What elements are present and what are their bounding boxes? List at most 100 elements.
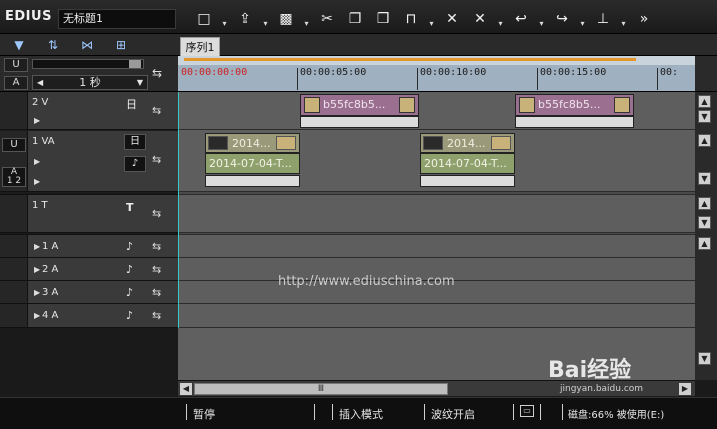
sync-icon[interactable]: ⇆ [152, 286, 161, 299]
track-1a[interactable] [178, 235, 695, 258]
sync-icon[interactable]: ⇆ [152, 240, 161, 253]
video-clip[interactable]: b55fc8b5... [300, 94, 419, 116]
monitor-icon[interactable]: ▭ [520, 405, 534, 417]
title-part-icon[interactable]: T [126, 201, 134, 214]
speaker-icon[interactable]: ♪ [126, 240, 133, 253]
save-icon[interactable]: ▩ [274, 7, 298, 31]
marker-icon[interactable]: ⊥ [591, 7, 615, 31]
redo-dropdown[interactable]: ▾ [578, 7, 587, 31]
track-1va[interactable]: 2014... 2014-07-04-T... 2014... 2014-07-… [178, 131, 695, 192]
track-header-1va[interactable]: U A1 2 1 VA ▶ ▶ 日 ♪ ⇆ [0, 131, 178, 192]
track-link-icon[interactable]: ⇅ [42, 38, 64, 52]
sync-icon[interactable]: ⇆ [152, 309, 161, 322]
cut-icon[interactable]: ✂ [315, 7, 339, 31]
scroll-left-icon[interactable]: ◀ [180, 383, 192, 395]
undo-dropdown[interactable]: ▾ [537, 7, 546, 31]
scroll-right-icon[interactable]: ▶ [679, 383, 691, 395]
speaker-icon[interactable]: ♪ [126, 263, 133, 276]
sync-icon[interactable]: ⇆ [152, 104, 161, 117]
timeline-cursor[interactable] [178, 92, 179, 328]
expand-arrow-icon[interactable]: ▶ [34, 157, 40, 166]
time-scale-select[interactable]: ◀ 1 秒 ▼ [32, 75, 148, 90]
copy-icon[interactable]: ❐ [343, 7, 367, 31]
tab-sequence[interactable]: 序列1 [180, 37, 220, 56]
expand-arrow-icon[interactable]: ▶ [34, 177, 40, 186]
status-ripple[interactable]: 波纹开启 [431, 406, 475, 422]
speaker-icon[interactable]: ♪ [126, 286, 133, 299]
track-select-1a[interactable] [0, 235, 28, 257]
expand-arrow-icon[interactable]: ▶ [34, 288, 40, 297]
track-select-1t[interactable] [0, 195, 28, 232]
scroll-up-icon[interactable]: ▲ [698, 134, 711, 147]
track-4a[interactable] [178, 304, 695, 328]
video-part-icon[interactable]: 日 [126, 96, 137, 112]
va-video-clip[interactable]: 2014... [205, 133, 300, 153]
track-select-2v[interactable] [0, 92, 28, 129]
va-video-clip[interactable]: 2014... [420, 133, 515, 153]
track-header-3a[interactable]: ▶ 3 A ♪ ⇆ [0, 281, 178, 304]
open-dropdown[interactable]: ▾ [261, 7, 270, 31]
status-insert-mode[interactable]: 插入模式 [339, 406, 383, 422]
delete-dropdown[interactable]: ▾ [496, 7, 505, 31]
new-icon[interactable]: □ [192, 7, 216, 31]
track-header-2v[interactable]: 2 V ▶ 日 ⇆ [0, 92, 178, 130]
sync-icon[interactable]: ⇆ [152, 153, 161, 166]
track-lock-a[interactable]: A1 2 [2, 167, 26, 187]
snap-icon[interactable]: ⊞ [110, 38, 132, 52]
delete-icon[interactable]: ✕ [440, 7, 464, 31]
more-icon[interactable]: » [632, 7, 656, 31]
timecode-ruler[interactable]: 00:00:00:00 00:00:05:00 00:00:10:00 00:0… [178, 56, 695, 92]
scroll-up-icon[interactable]: ▲ [698, 197, 711, 210]
clip-bar[interactable] [300, 116, 419, 128]
new-dropdown[interactable]: ▾ [220, 7, 229, 31]
speaker-icon[interactable]: ♪ [126, 309, 133, 322]
replace-dropdown[interactable]: ▾ [427, 7, 436, 31]
project-name-field[interactable]: 无标题1 [58, 9, 176, 29]
track-1t[interactable] [178, 195, 695, 233]
clip-bar[interactable] [205, 175, 300, 187]
paste-icon[interactable]: ❒ [371, 7, 395, 31]
clip-bar[interactable] [515, 116, 634, 128]
track-header-1t[interactable]: 1 T T ⇆ [0, 195, 178, 233]
save-dropdown[interactable]: ▾ [302, 7, 311, 31]
scale-dropdown-icon[interactable]: ▼ [137, 76, 143, 89]
track-2v[interactable]: b55fc8b5... b55fc8b5... [178, 92, 695, 130]
scroll-up-icon[interactable]: ▲ [698, 237, 711, 250]
video-clip[interactable]: b55fc8b5... [515, 94, 634, 116]
scale-lock-v[interactable]: U [4, 58, 28, 72]
track-select-2a[interactable] [0, 258, 28, 280]
replace-icon[interactable]: ⊓ [399, 7, 423, 31]
va-audio-clip[interactable]: 2014-07-04-T... [420, 153, 515, 174]
hscroll-thumb[interactable]: Ⅲ [194, 383, 448, 395]
ripple-delete-icon[interactable]: ✕ [468, 7, 492, 31]
track-header-2a[interactable]: ▶ 2 A ♪ ⇆ [0, 258, 178, 281]
clip-bar[interactable] [420, 175, 515, 187]
redo-icon[interactable]: ↪ [550, 7, 574, 31]
track-header-1a[interactable]: ▶ 1 A ♪ ⇆ [0, 235, 178, 258]
scroll-down-icon[interactable]: ▼ [698, 216, 711, 229]
scroll-down-icon[interactable]: ▼ [698, 110, 711, 123]
sync-icon[interactable]: ⇆ [152, 66, 162, 80]
scale-left-arrow-icon[interactable]: ◀ [37, 76, 43, 89]
expand-arrow-icon[interactable]: ▶ [34, 242, 40, 251]
sync-icon[interactable]: ⇆ [152, 263, 161, 276]
scroll-up-icon[interactable]: ▲ [698, 95, 711, 108]
expand-arrow-icon[interactable]: ▶ [34, 311, 40, 320]
marker-dropdown[interactable]: ▾ [619, 7, 628, 31]
track-lock-v[interactable]: U [2, 138, 26, 152]
open-icon[interactable]: ⇪ [233, 7, 257, 31]
va-audio-clip[interactable]: 2014-07-04-T... [205, 153, 300, 174]
track-header-4a[interactable]: ▶ 4 A ♪ ⇆ [0, 304, 178, 328]
scale-lock-a[interactable]: A [4, 76, 28, 90]
expand-arrow-icon[interactable]: ▶ [34, 116, 40, 125]
zoom-slider-thumb[interactable] [129, 60, 141, 68]
undo-icon[interactable]: ↩ [509, 7, 533, 31]
video-part-icon[interactable]: 日 [124, 134, 146, 150]
split-mode-icon[interactable]: ⋈ [76, 38, 98, 52]
sync-icon[interactable]: ⇆ [152, 207, 161, 220]
scroll-down-icon[interactable]: ▼ [698, 172, 711, 185]
timeline-area[interactable]: b55fc8b5... b55fc8b5... 2014... 2014-07-… [178, 92, 695, 380]
track-select-3a[interactable] [0, 281, 28, 303]
expand-arrow-icon[interactable]: ▶ [34, 265, 40, 274]
timeline-zoom-slider[interactable] [32, 59, 144, 69]
